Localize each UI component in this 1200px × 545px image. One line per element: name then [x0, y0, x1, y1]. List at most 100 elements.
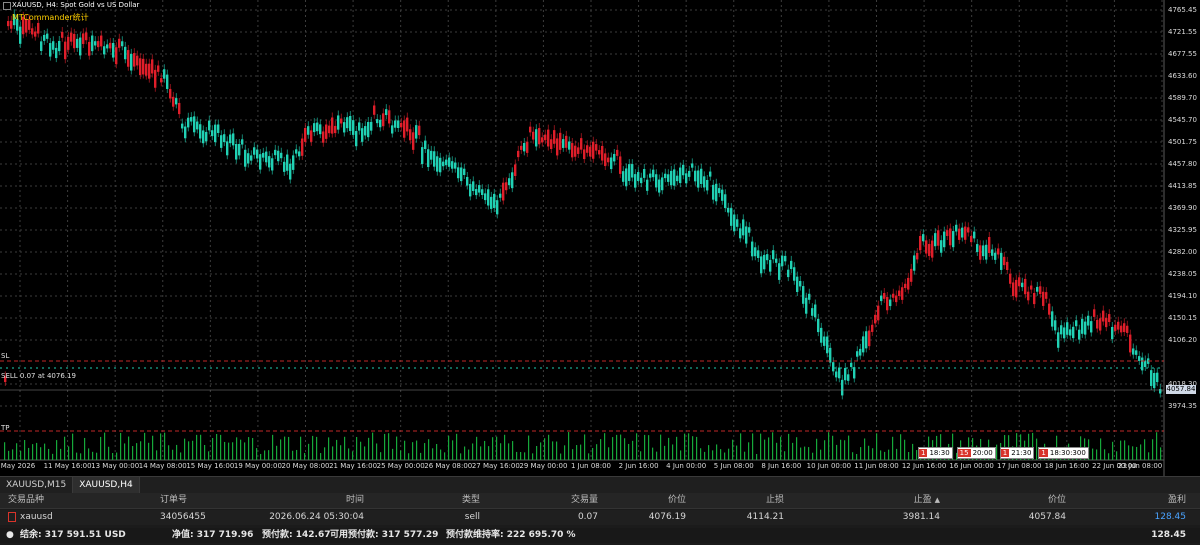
volume-bar: [312, 435, 314, 460]
time-tick-label: 21 May 16:00: [329, 462, 378, 470]
table-row[interactable]: xauusd 34056455 2026.06.24 05:30:04 sell…: [0, 510, 1200, 525]
volume-bar: [176, 444, 178, 460]
volume-bar: [376, 443, 378, 460]
volume-bar: [624, 438, 626, 460]
indicator-label: MTCommander统计: [12, 13, 89, 22]
volume-bar: [696, 436, 698, 460]
volume-bar: [8, 450, 10, 460]
summary-balance: 结余: 317 591.51 USD: [20, 530, 126, 540]
volume-bar: [548, 434, 550, 460]
time-tick-label: 19 May 00:00: [233, 462, 282, 470]
volume-bar: [432, 448, 434, 460]
volume-bar: [908, 452, 910, 460]
volume-bar: [360, 441, 362, 460]
time-tick-label: 17 Jun 08:00: [997, 462, 1042, 470]
col-profit[interactable]: 盈利: [1100, 493, 1186, 508]
volume-bar: [488, 446, 490, 460]
volume-bar: [800, 447, 802, 460]
volume-bar: [668, 437, 670, 460]
volume-bar: [580, 444, 582, 460]
volume-bar: [32, 444, 34, 460]
timer-chip: 1 18:30:300: [1038, 447, 1089, 459]
volume-bar: [1132, 446, 1134, 460]
col-sl[interactable]: 止损: [700, 493, 784, 508]
volume-bar: [12, 449, 14, 460]
volume-bar: [812, 452, 814, 460]
price-tick-label: 4545.70: [1168, 116, 1197, 124]
col-time[interactable]: 时间: [264, 493, 364, 508]
volume-bar: [184, 438, 186, 460]
volume-bar: [880, 450, 882, 460]
time-tick-label: 25 May 00:00: [376, 462, 425, 470]
col-current-price[interactable]: 价位: [990, 493, 1066, 508]
volume-bar: [544, 438, 546, 460]
volume-bar: [332, 446, 334, 460]
volume-bar: [660, 434, 662, 460]
volume-bar: [40, 447, 42, 460]
price-tick-label: 4150.15: [1168, 314, 1197, 322]
cell-sl[interactable]: 4114.21: [700, 510, 784, 525]
time-tick-label: 2 Jun 16:00: [618, 462, 659, 470]
price-tick-label: 4501.75: [1168, 138, 1197, 146]
time-tick-label: 16 Jun 00:00: [949, 462, 994, 470]
cell-profit: 128.45: [1154, 512, 1187, 522]
volume-bar: [784, 451, 786, 460]
timer-chip: 15 20:00: [956, 447, 996, 459]
volume-bar: [1128, 445, 1130, 460]
volume-bar: [436, 443, 438, 460]
col-symbol[interactable]: 交易品种: [8, 493, 44, 508]
col-tp[interactable]: 止盈 ▲: [840, 493, 940, 508]
tab-xauusd-h4[interactable]: XAUUSD,H4: [73, 477, 140, 493]
col-price[interactable]: 价位: [600, 493, 686, 508]
volume-bar: [120, 432, 122, 460]
volume-bar: [368, 437, 370, 460]
col-order[interactable]: 订单号: [160, 493, 187, 508]
volume-bar: [1144, 439, 1146, 460]
volume-bar: [1112, 441, 1114, 460]
volume-bar: [688, 433, 690, 460]
volume-bar: [380, 452, 382, 460]
volume-bar: [164, 432, 166, 460]
cell-order: 34056455: [160, 512, 206, 522]
volume-bar: [808, 447, 810, 460]
volume-bar: [876, 433, 878, 460]
volume-bar: [236, 437, 238, 460]
volume-bar: [564, 445, 566, 460]
volume-bar: [192, 440, 194, 460]
sell-line-label[interactable]: SELL 0.07 at 4076.19: [1, 372, 76, 380]
volume-bar: [80, 453, 82, 460]
price-tick-label: 4325.95: [1168, 226, 1197, 234]
volume-bar: [268, 450, 270, 460]
volume-bar: [608, 447, 610, 460]
volume-bar: [1096, 449, 1098, 460]
volume-bar: [680, 450, 682, 460]
volume-bar: [252, 437, 254, 460]
volume-bar: [412, 442, 414, 460]
volume-bar: [180, 452, 182, 460]
volume-bar: [664, 445, 666, 460]
price-chart[interactable]: [0, 0, 1200, 476]
volume-bar: [780, 436, 782, 460]
volume-bar: [904, 439, 906, 460]
cell-tp[interactable]: 3981.14: [840, 510, 940, 525]
time-tick-label: 15 May 16:00: [186, 462, 235, 470]
timer-chip: 1 21:30: [999, 447, 1035, 459]
volume-bar: [444, 452, 446, 460]
volume-bar: [776, 442, 778, 460]
time-tick-label: 11 May 16:00: [43, 462, 92, 470]
col-type[interactable]: 类型: [380, 493, 480, 508]
tab-xauusd-m15[interactable]: XAUUSD,M15: [0, 477, 74, 493]
volume-bar: [224, 441, 226, 460]
volume-bar: [48, 448, 50, 460]
symbol-menu-icon[interactable]: [3, 2, 11, 10]
volume-bar: [316, 436, 318, 460]
volume-bar: [788, 433, 790, 460]
volume-bar: [128, 436, 130, 460]
volume-bar: [536, 445, 538, 460]
volume-bar: [464, 446, 466, 460]
volume-bar: [612, 437, 614, 460]
volume-bar: [572, 449, 574, 460]
col-volume[interactable]: 交易量: [500, 493, 598, 508]
volume-bar: [1148, 452, 1150, 460]
price-tick-label: 4457.80: [1168, 160, 1197, 168]
